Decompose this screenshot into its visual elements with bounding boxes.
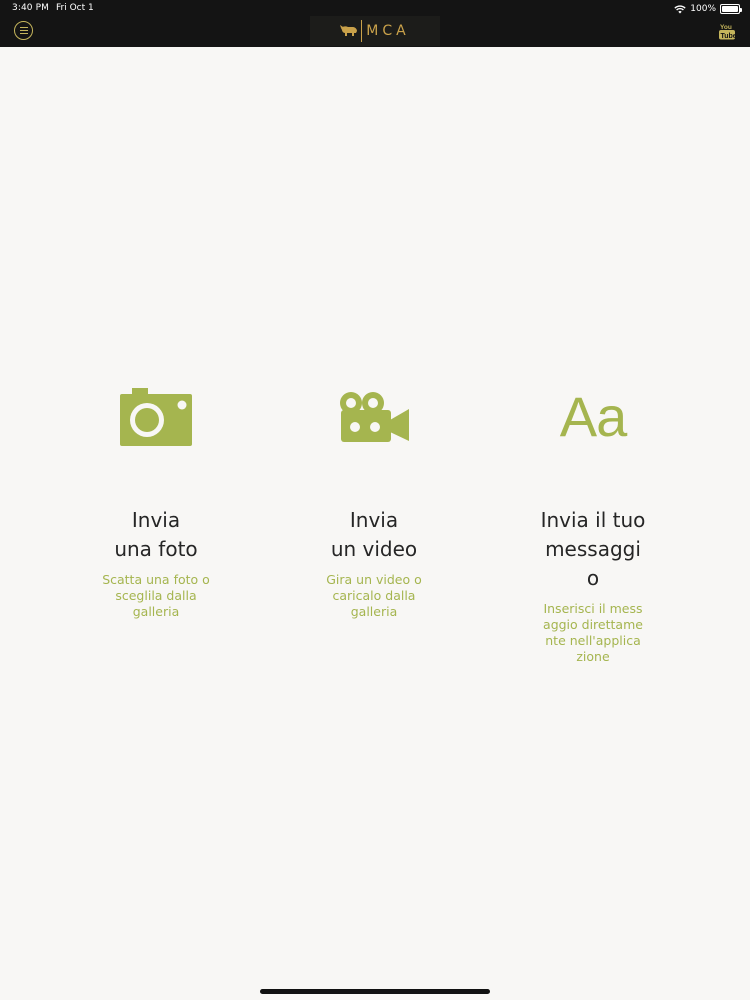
svg-text:Tube: Tube xyxy=(721,33,736,40)
camera-icon xyxy=(120,388,192,446)
option-title-line: Invia xyxy=(131,508,181,532)
option-title: Invia il tuo messaggio xyxy=(540,508,646,590)
option-subtitle: Scatta una foto o sceglila dalla galleri… xyxy=(102,572,210,619)
status-indicators: 100% xyxy=(674,3,742,15)
home-indicator xyxy=(260,989,490,994)
send-photo-option[interactable]: Invia una foto Scatta una foto o sceglil… xyxy=(81,380,231,620)
menu-button[interactable] xyxy=(14,21,33,40)
send-message-option[interactable]: Aa Invia il tuo messaggio Inserisci il m… xyxy=(518,380,668,665)
wifi-icon xyxy=(674,4,686,13)
option-subtitle: Inserisci il messaggio direttamente nell… xyxy=(543,601,643,664)
menu-icon-line xyxy=(19,26,28,28)
top-bar: 3:40 PM Fri Oct 1 100% MCA You Tube xyxy=(0,0,750,47)
send-video-option[interactable]: Invia un video Gira un video o caricalo … xyxy=(299,380,449,620)
text-icon-wrap: Aa xyxy=(518,380,668,454)
menu-icon-line xyxy=(19,29,28,32)
camera-icon-wrap xyxy=(81,380,231,454)
option-subtitle: Gira un video o caricalo dalla galleria xyxy=(326,572,422,619)
option-title-line: una foto xyxy=(114,537,198,561)
brand-logo: MCA xyxy=(310,16,440,46)
status-time: 3:40 PM xyxy=(12,3,49,13)
battery-fill xyxy=(722,6,738,12)
video-camera-icon-wrap xyxy=(299,380,449,454)
option-title: Invia una foto xyxy=(81,506,231,564)
option-title-line: un video xyxy=(330,537,418,561)
option-title-line: Invia xyxy=(349,508,399,532)
svg-text:You: You xyxy=(720,24,732,31)
text-icon: Aa xyxy=(559,385,627,448)
bull-logo-icon xyxy=(340,25,358,36)
battery-icon xyxy=(720,4,742,14)
battery-percentage: 100% xyxy=(690,4,716,14)
status-date: Fri Oct 1 xyxy=(56,3,94,13)
video-camera-icon xyxy=(340,392,409,442)
option-title: Invia un video xyxy=(299,506,449,564)
menu-icon-line xyxy=(19,33,28,35)
brand-name: MCA xyxy=(366,23,410,39)
logo-divider xyxy=(361,20,363,42)
youtube-icon[interactable]: You Tube xyxy=(719,22,735,40)
